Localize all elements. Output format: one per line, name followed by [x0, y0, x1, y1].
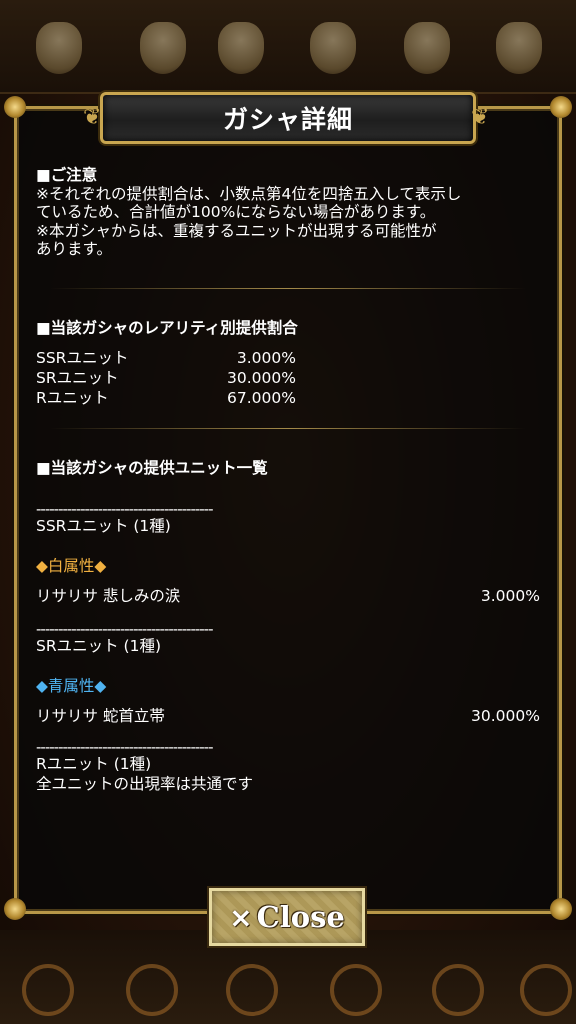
mask-icon [218, 22, 264, 74]
unit-list-heading: ■当該ガシャの提供ユニット一覧 [36, 459, 268, 477]
notice-line: ※それぞれの提供割合は、小数点第4位を四捨五入して表示し [36, 184, 462, 203]
dashed-divider: ---------------------------------------- [36, 500, 214, 518]
rarity-row-sr: SRユニット 30.000% [36, 368, 296, 388]
attribute-label-white: ◆白属性◆ [36, 557, 107, 575]
peace-icon [330, 964, 382, 1016]
notice-line: ているため、合計値が100%にならない場合があります。 [36, 203, 436, 221]
rarity-value: 30.000% [227, 369, 296, 387]
ssr-group-header: SSRユニット (1種) [36, 517, 171, 535]
corner-ornament-icon [550, 898, 572, 920]
section-divider [50, 428, 526, 429]
right-ornament-icon: ❦ [471, 105, 490, 130]
rarity-rates-heading: ■当該ガシャのレアリティ別提供割合 [36, 319, 298, 337]
rarity-row-ssr: SSRユニット 3.000% [36, 348, 296, 368]
mask-icon [36, 22, 82, 74]
rarity-label: SRユニット [36, 369, 119, 387]
corner-ornament-icon [550, 96, 572, 118]
peace-icon [432, 964, 484, 1016]
corner-ornament-icon [4, 898, 26, 920]
notice-line: ※本ガシャからは、重複するユニットが出現する可能性が [36, 221, 437, 240]
dashed-divider: ---------------------------------------- [36, 620, 214, 638]
unit-name: リサリサ 蛇首立帯 [36, 707, 165, 725]
rarity-label: SSRユニット [36, 349, 129, 367]
close-button[interactable]: × Close [209, 888, 365, 946]
rarity-value: 3.000% [236, 349, 296, 367]
unit-rate: 3.000% [480, 587, 540, 605]
notice-heading: ■ご注意 [36, 166, 98, 184]
left-ornament-icon: ❦ [83, 105, 102, 130]
peace-icon [126, 964, 178, 1016]
top-decoration-band [0, 0, 576, 94]
hand-icon [496, 22, 542, 74]
unit-rate: 30.000% [471, 707, 540, 725]
dialog-title-plate: ❦ ガシャ詳細 ❦ [83, 92, 489, 144]
rarity-row-r: Rユニット 67.000% [36, 388, 296, 408]
corner-ornament-icon [4, 96, 26, 118]
r-group-header: Rユニット (1種) [36, 755, 152, 773]
dialog-title: ガシャ詳細 [222, 105, 353, 134]
screen: ❦ ガシャ詳細 ❦ ■ご注意 ※それぞれの提供割合は、小数点第4位を四捨五入して… [0, 0, 576, 1024]
unit-name: リサリサ 悲しみの涙 [36, 587, 181, 605]
hand-icon [140, 22, 186, 74]
mask-icon [404, 22, 450, 74]
hand-icon [310, 22, 356, 74]
attribute-label-blue: ◆青属性◆ [36, 677, 107, 695]
rarity-value: 67.000% [227, 389, 296, 407]
notice-line: あります。 [36, 240, 112, 258]
r-group-note: 全ユニットの出現率は共通です [36, 775, 254, 793]
peace-icon [22, 964, 74, 1016]
dashed-divider: ---------------------------------------- [36, 738, 214, 756]
peace-icon [520, 964, 572, 1016]
sr-group-header: SRユニット (1種) [36, 637, 161, 655]
notice-section: ■ご注意 ※それぞれの提供割合は、小数点第4位を四捨五入して表示し ているため、… [36, 166, 548, 259]
section-divider [50, 288, 526, 289]
close-label: Close [256, 900, 345, 934]
peace-icon [226, 964, 278, 1016]
rarity-label: Rユニット [36, 389, 109, 407]
close-icon: × [229, 900, 253, 934]
